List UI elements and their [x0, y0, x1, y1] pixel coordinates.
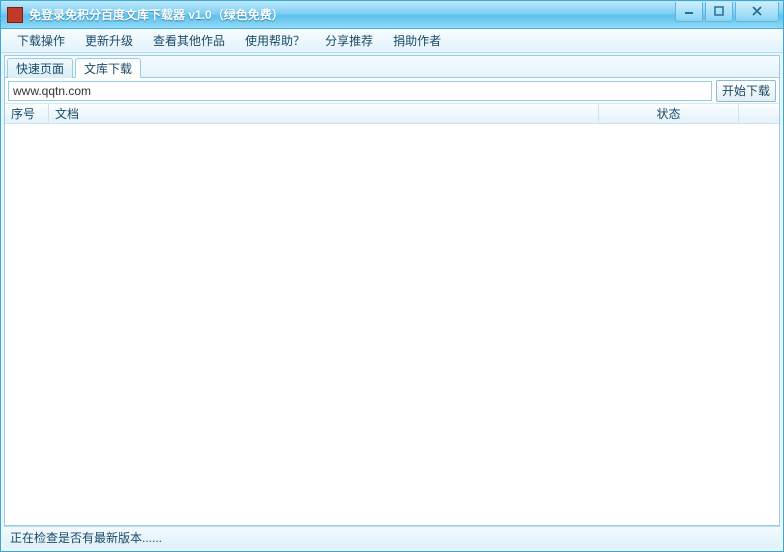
- list-body[interactable]: [5, 124, 779, 525]
- menu-update[interactable]: 更新升级: [75, 29, 143, 52]
- app-window: 免登录免积分百度文库下载器 v1.0（绿色免费） 下载操作 更新升级 查看其他作…: [0, 0, 784, 552]
- menu-other-works[interactable]: 查看其他作品: [143, 29, 235, 52]
- column-doc[interactable]: 文档: [49, 104, 599, 123]
- window-buttons: [673, 2, 779, 22]
- menu-download-ops[interactable]: 下载操作: [7, 29, 75, 52]
- url-input[interactable]: [8, 81, 712, 101]
- menu-share[interactable]: 分享推荐: [315, 29, 383, 52]
- tabs: 快速页面 文库下载: [5, 56, 779, 78]
- status-text: 正在检查是否有最新版本......: [10, 529, 162, 546]
- statusbar: 正在检查是否有最新版本......: [4, 526, 780, 548]
- tab-lib-download[interactable]: 文库下载: [75, 58, 141, 78]
- column-state[interactable]: 状态: [599, 104, 739, 123]
- maximize-button[interactable]: [705, 2, 733, 22]
- list-header: 序号 文档 状态: [5, 104, 779, 124]
- column-seq[interactable]: 序号: [5, 104, 49, 123]
- window-title: 免登录免积分百度文库下载器 v1.0（绿色免费）: [29, 6, 284, 23]
- column-extra[interactable]: [739, 104, 779, 123]
- minimize-icon: [684, 6, 694, 16]
- url-row: 开始下载: [5, 78, 779, 104]
- close-button[interactable]: [735, 2, 779, 22]
- menu-help[interactable]: 使用帮助？: [235, 29, 315, 52]
- start-download-button[interactable]: 开始下载: [716, 80, 776, 102]
- client-area: 快速页面 文库下载 开始下载 序号 文档 状态: [4, 55, 780, 526]
- titlebar: 免登录免积分百度文库下载器 v1.0（绿色免费）: [1, 1, 783, 29]
- tab-quick-page[interactable]: 快速页面: [7, 58, 73, 78]
- menu-donate[interactable]: 捐助作者: [383, 29, 451, 52]
- maximize-icon: [714, 6, 724, 16]
- minimize-button[interactable]: [675, 2, 703, 22]
- app-icon: [7, 7, 23, 23]
- menubar: 下载操作 更新升级 查看其他作品 使用帮助？ 分享推荐 捐助作者: [1, 29, 783, 53]
- close-icon: [751, 6, 763, 16]
